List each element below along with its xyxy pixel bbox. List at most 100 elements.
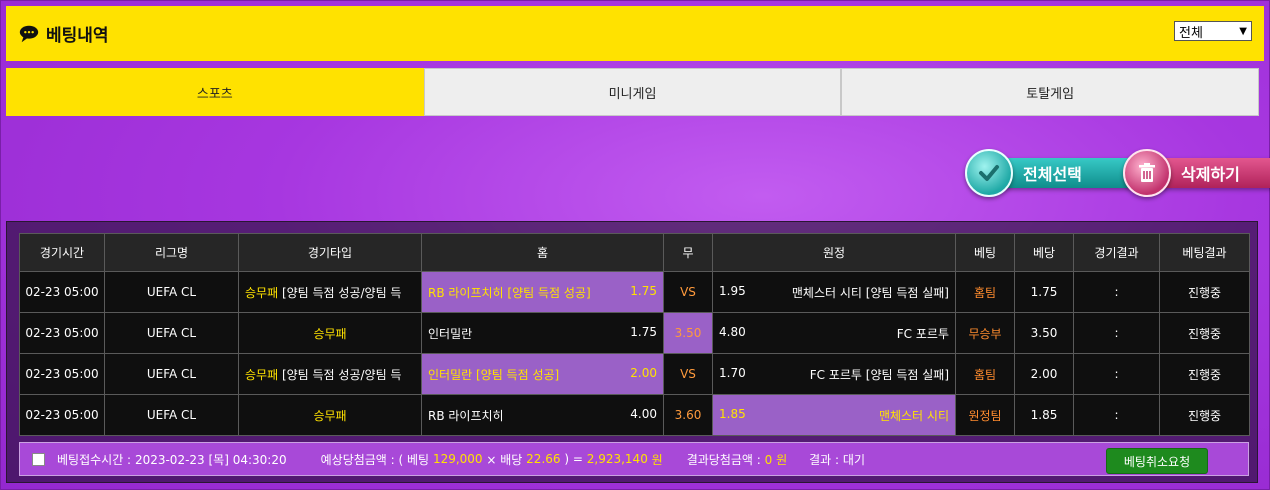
chevron-down-icon: ▼	[1239, 25, 1247, 37]
table-header-row: 경기시간 리그명 경기타입 홈 무 원정 베팅 베당 경기결과 베팅결과	[19, 233, 1250, 272]
bet-history-panel: 경기시간 리그명 경기타입 홈 무 원정 베팅 베당 경기결과 베팅결과 02-…	[6, 221, 1258, 483]
cell-bet: 원정팀	[955, 394, 1015, 436]
type-main: 승무패	[313, 408, 347, 423]
odds-total: 22.66	[526, 452, 561, 466]
away-odds: 1.95	[719, 283, 746, 298]
column-header: 베팅	[955, 233, 1015, 272]
cell-bet: 홈팀	[955, 353, 1015, 395]
cell-draw[interactable]: 3.50	[663, 312, 713, 354]
bet-amount: 129,000	[432, 452, 483, 466]
cell-status: 진행중	[1159, 394, 1250, 436]
home-odds: 1.75	[630, 283, 657, 298]
home-team: RB 라이프치히	[428, 408, 504, 423]
away-team: FC 포르투 [양팀 득점 실패]	[809, 367, 949, 382]
cell-status: 진행중	[1159, 312, 1250, 354]
away-odds: 1.70	[719, 365, 746, 380]
column-header: 베당	[1014, 233, 1074, 272]
column-header: 무	[663, 233, 713, 272]
tab-minigame[interactable]: 미니게임	[423, 68, 842, 116]
cell-status: 진행중	[1159, 353, 1250, 395]
cell-home[interactable]: RB 라이프치히 [양팀 득점 성공] 1.75	[421, 271, 664, 313]
cell-bet-odds: 1.85	[1014, 394, 1074, 436]
cell-result: :	[1073, 312, 1160, 354]
column-header: 경기타입	[238, 233, 422, 272]
home-team: RB 라이프치히 [양팀 득점 성공]	[428, 285, 591, 300]
expected-amount: 2,923,140	[586, 452, 648, 466]
type-rest: [양팀 득점 성공/양팀 득	[278, 285, 402, 300]
delete-button[interactable]: 삭제하기	[1123, 149, 1270, 197]
away-team: 맨체스터 시티 [양팀 득점 실패]	[791, 285, 949, 300]
cell-league: UEFA CL	[104, 312, 239, 354]
cell-league: UEFA CL	[104, 353, 239, 395]
away-team: 맨체스터 시티	[878, 408, 949, 423]
cell-type: 승무패	[238, 394, 422, 436]
cell-bet-odds: 3.50	[1014, 312, 1074, 354]
type-main: 승무패	[313, 326, 347, 341]
cell-bet: 무승부	[955, 312, 1015, 354]
column-header: 원정	[712, 233, 956, 272]
cell-type: 승무패	[238, 312, 422, 354]
cell-bet-odds: 1.75	[1014, 271, 1074, 313]
cell-time: 02-23 05:00	[19, 271, 105, 313]
table-row: 02-23 05:00 UEFA CL 승무패 [양팀 득점 성공/양팀 득 R…	[19, 271, 1250, 313]
table-row: 02-23 05:00 UEFA CL 승무패 RB 라이프치히 4.00 3.6…	[19, 394, 1250, 436]
bet-summary: 베팅접수시간 : 2023-02-23 [목] 04:30:20 예상당첨금액 …	[19, 442, 1249, 476]
result-amount-label: 결과당첨금액 :	[686, 452, 761, 467]
column-header: 경기결과	[1073, 233, 1160, 272]
cell-home[interactable]: 인터밀란 1.75	[421, 312, 664, 354]
cell-result: :	[1073, 353, 1160, 395]
cell-type: 승무패 [양팀 득점 성공/양팀 득	[238, 353, 422, 395]
cell-home[interactable]: 인터밀란 [양팀 득점 성공] 2.00	[421, 353, 664, 395]
select-all-label: 전체선택	[1023, 165, 1082, 184]
cell-draw[interactable]: 3.60	[663, 394, 713, 436]
checkmark-icon	[965, 149, 1013, 197]
page-title: 베팅내역	[46, 26, 109, 46]
result-value: 대기	[842, 452, 866, 467]
table-row: 02-23 05:00 UEFA CL 승무패 [양팀 득점 성공/양팀 득 인…	[19, 353, 1250, 395]
filter-select[interactable]: 전체 ▼	[1174, 21, 1252, 41]
cancel-bet-button[interactable]: 베팅취소요청	[1106, 448, 1208, 474]
column-header: 베팅결과	[1159, 233, 1250, 272]
result-amount: 0 원	[764, 452, 788, 467]
cell-away[interactable]: 1.70 FC 포르투 [양팀 득점 실패]	[712, 353, 956, 395]
equals-label: ) =	[564, 452, 583, 466]
tab-sports[interactable]: 스포츠	[6, 68, 424, 116]
away-odds: 1.85	[719, 406, 746, 421]
column-header: 리그명	[104, 233, 239, 272]
cell-away[interactable]: 4.80 FC 포르투	[712, 312, 956, 354]
bet-select-checkbox[interactable]	[32, 452, 45, 466]
cell-time: 02-23 05:00	[19, 312, 105, 354]
cell-bet: 홈팀	[955, 271, 1015, 313]
home-team: 인터밀란	[428, 326, 473, 341]
cell-result: :	[1073, 271, 1160, 313]
cell-draw: VS	[663, 353, 713, 395]
trash-icon	[1123, 149, 1171, 197]
home-odds: 2.00	[630, 365, 657, 380]
cell-home[interactable]: RB 라이프치히 4.00	[421, 394, 664, 436]
column-header: 홈	[421, 233, 664, 272]
table-row: 02-23 05:00 UEFA CL 승무패 인터밀란 1.75 3.50 4.…	[19, 312, 1250, 354]
cell-league: UEFA CL	[104, 394, 239, 436]
cell-result: :	[1073, 394, 1160, 436]
column-header: 경기시간	[19, 233, 105, 272]
page-header: 베팅내역 전체 ▼	[6, 6, 1264, 61]
cell-time: 02-23 05:00	[19, 353, 105, 395]
type-main: 승무패	[245, 285, 279, 300]
currency-label: 원	[651, 452, 663, 467]
tab-totalgame[interactable]: 토탈게임	[841, 68, 1260, 116]
cell-away[interactable]: 1.85 맨체스터 시티	[712, 394, 956, 436]
cell-away[interactable]: 1.95 맨체스터 시티 [양팀 득점 실패]	[712, 271, 956, 313]
cell-league: UEFA CL	[104, 271, 239, 313]
select-all-button[interactable]: 전체선택	[965, 149, 1133, 197]
home-team: 인터밀란 [양팀 득점 성공]	[428, 367, 560, 382]
type-rest: [양팀 득점 성공/양팀 득	[278, 367, 402, 382]
cell-type: 승무패 [양팀 득점 성공/양팀 득	[238, 271, 422, 313]
cell-bet-odds: 2.00	[1014, 353, 1074, 395]
received-value: 2023-02-23 [목] 04:30:20	[134, 452, 287, 467]
home-odds: 4.00	[630, 406, 657, 421]
away-odds: 4.80	[719, 324, 746, 339]
type-main: 승무패	[245, 367, 279, 382]
cell-status: 진행중	[1159, 271, 1250, 313]
home-odds: 1.75	[630, 324, 657, 339]
cell-draw: VS	[663, 271, 713, 313]
